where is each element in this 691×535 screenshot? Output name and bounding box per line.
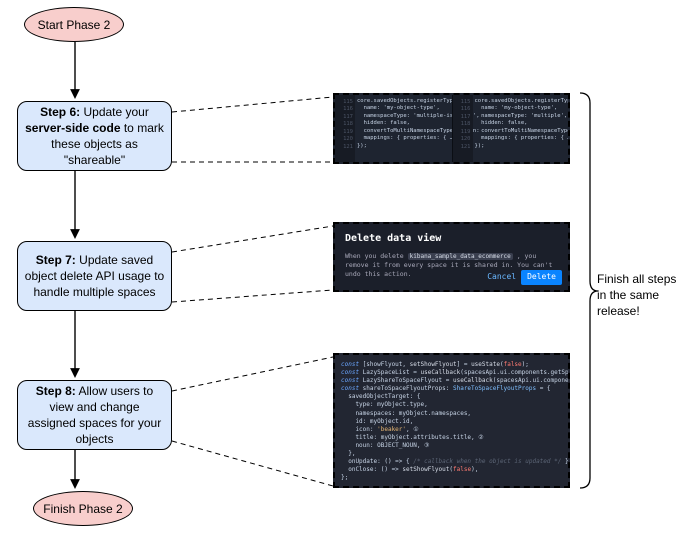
delete-button: Delete bbox=[521, 270, 562, 285]
step-6-text: Step 6: Update your server-side code to … bbox=[24, 104, 165, 169]
screenshot-code-register-type: 115116117118119120121 core.savedObjects.… bbox=[333, 93, 570, 164]
screenshot-share-to-space-code: const [showFlyout, setShowFlyout] = useS… bbox=[333, 353, 570, 488]
modal-title: Delete data view bbox=[345, 232, 558, 246]
step-7-text: Step 7: Update saved object delete API u… bbox=[24, 252, 165, 301]
step-6: Step 6: Update your server-side code to … bbox=[17, 101, 172, 171]
finish-label: Finish Phase 2 bbox=[43, 502, 122, 516]
finish-node: Finish Phase 2 bbox=[33, 491, 133, 526]
start-label: Start Phase 2 bbox=[38, 18, 111, 32]
step-8: Step 8: Allow users to view and change a… bbox=[17, 380, 172, 450]
start-node: Start Phase 2 bbox=[24, 7, 124, 42]
screenshot-delete-data-view: Delete data view When you delete kibana_… bbox=[333, 222, 570, 292]
step-8-text: Step 8: Allow users to view and change a… bbox=[24, 383, 165, 448]
step-7: Step 7: Update saved object delete API u… bbox=[17, 241, 172, 311]
cancel-button: Cancel bbox=[487, 272, 516, 283]
annotation-finish-all-steps: Finish all steps in the same release! bbox=[597, 271, 676, 320]
